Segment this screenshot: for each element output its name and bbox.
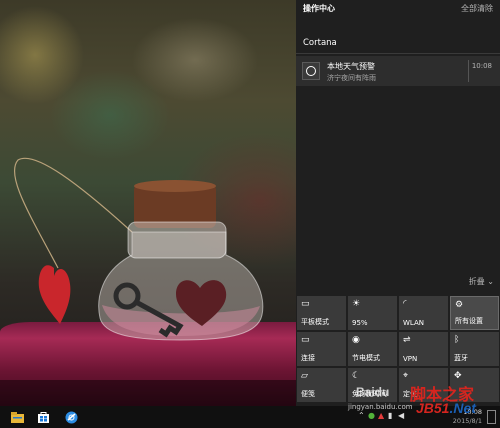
notification-separator: [468, 60, 469, 82]
wifi-icon: ◜: [403, 299, 407, 309]
notification-body: 济宁夜间有阵雨: [327, 74, 376, 82]
chevron-up-icon[interactable]: ⌃: [358, 411, 365, 420]
tile-label: 所有设置: [455, 317, 483, 325]
connect-icon: ▭: [301, 335, 310, 345]
vpn-icon: ⇌: [403, 335, 411, 345]
quick-actions-grid: ▭ 平板模式 ☀ 95% ◜ WLAN ⚙ 所有设置 ▭ 连接 ◉ 节电模式 ⇌ VPN ᛒ 蓝…: [296, 296, 500, 404]
taskbar-clock[interactable]: 10:08 2015/8/1: [453, 408, 482, 426]
notification-time: 10:08: [471, 62, 492, 70]
action-center-title: 操作中心: [303, 4, 335, 13]
quiet-hours-icon: ☾: [352, 371, 361, 381]
brightness-icon: ☀: [352, 299, 361, 309]
chevron-down-icon: ⌄: [487, 277, 494, 286]
tile-label: 连接: [301, 354, 315, 362]
tile-brightness[interactable]: ☀ 95%: [348, 296, 397, 330]
note-icon: ▱: [301, 371, 308, 381]
battery-saver-icon: ◉: [352, 335, 360, 345]
desktop-wallpaper: [0, 0, 296, 406]
tile-all-settings[interactable]: ⚙ 所有设置: [450, 296, 499, 330]
notifications-icon[interactable]: [487, 410, 496, 424]
project-icon: ✥: [454, 371, 462, 381]
volume-icon[interactable]: ◀: [398, 411, 404, 420]
taskbar: ⌃ ● ▲ ▮ ◀ 10:08 2015/8/1: [0, 406, 500, 428]
tile-project[interactable]: ✥: [450, 368, 499, 402]
notification-title: 本地天气预警: [327, 62, 375, 71]
network-icon[interactable]: ▮: [388, 411, 392, 420]
tile-battery-saver[interactable]: ◉ 节电模式: [348, 332, 397, 366]
app-tray-icon[interactable]: ▲: [378, 411, 384, 420]
cortana-ring-icon: [302, 62, 320, 80]
clear-all-button[interactable]: 全部清除: [461, 3, 493, 14]
browser-icon: [65, 411, 77, 423]
tile-bluetooth[interactable]: ᛒ 蓝牙: [450, 332, 499, 366]
collapse-label: 折叠: [468, 277, 485, 286]
location-icon: ⌖: [403, 371, 409, 381]
tile-quiet-hours[interactable]: ☾ 免打扰时间: [348, 368, 397, 402]
gear-icon: ⚙: [455, 300, 464, 310]
action-center-panel: 操作中心 全部清除 Cortana 本地天气预警 济宁夜间有阵雨 10:08 折…: [296, 0, 500, 406]
notification-item[interactable]: 本地天气预警 济宁夜间有阵雨 10:08: [296, 56, 500, 86]
group-divider: [296, 53, 500, 54]
tile-tablet-mode[interactable]: ▭ 平板模式: [297, 296, 346, 330]
tile-label: 平板模式: [301, 318, 329, 326]
tile-location[interactable]: ⌖ 定位: [399, 368, 448, 402]
collapse-button[interactable]: 折叠 ⌄: [469, 276, 494, 287]
clock-time: 10:08: [463, 408, 482, 416]
tile-wlan[interactable]: ◜ WLAN: [399, 296, 448, 330]
wallpaper-jar-illustration: [13, 157, 264, 341]
tile-connect[interactable]: ▭ 连接: [297, 332, 346, 366]
tile-label: 定位: [403, 390, 417, 398]
notification-group-title: Cortana: [303, 38, 337, 48]
file-explorer-button[interactable]: [6, 408, 28, 426]
store-button[interactable]: [32, 408, 54, 426]
action-center-header: 操作中心 全部清除: [296, 0, 500, 20]
tablet-mode-icon: ▭: [301, 299, 310, 309]
tile-label: WLAN: [403, 319, 425, 327]
store-icon: [37, 412, 49, 423]
tile-label: 便笺: [301, 390, 315, 398]
browser-button[interactable]: [60, 408, 82, 426]
clock-date: 2015/8/1: [452, 417, 482, 425]
tile-label: 95%: [352, 319, 368, 327]
tile-label: 节电模式: [352, 354, 380, 362]
tile-label: VPN: [403, 355, 418, 363]
tile-note[interactable]: ▱ 便笺: [297, 368, 346, 402]
security-shield-icon[interactable]: ●: [368, 411, 375, 420]
tile-vpn[interactable]: ⇌ VPN: [399, 332, 448, 366]
tile-label: 蓝牙: [454, 354, 468, 362]
file-explorer-icon: [10, 411, 24, 423]
bluetooth-icon: ᛒ: [454, 335, 460, 345]
tile-label: 免打扰时间: [352, 390, 387, 398]
